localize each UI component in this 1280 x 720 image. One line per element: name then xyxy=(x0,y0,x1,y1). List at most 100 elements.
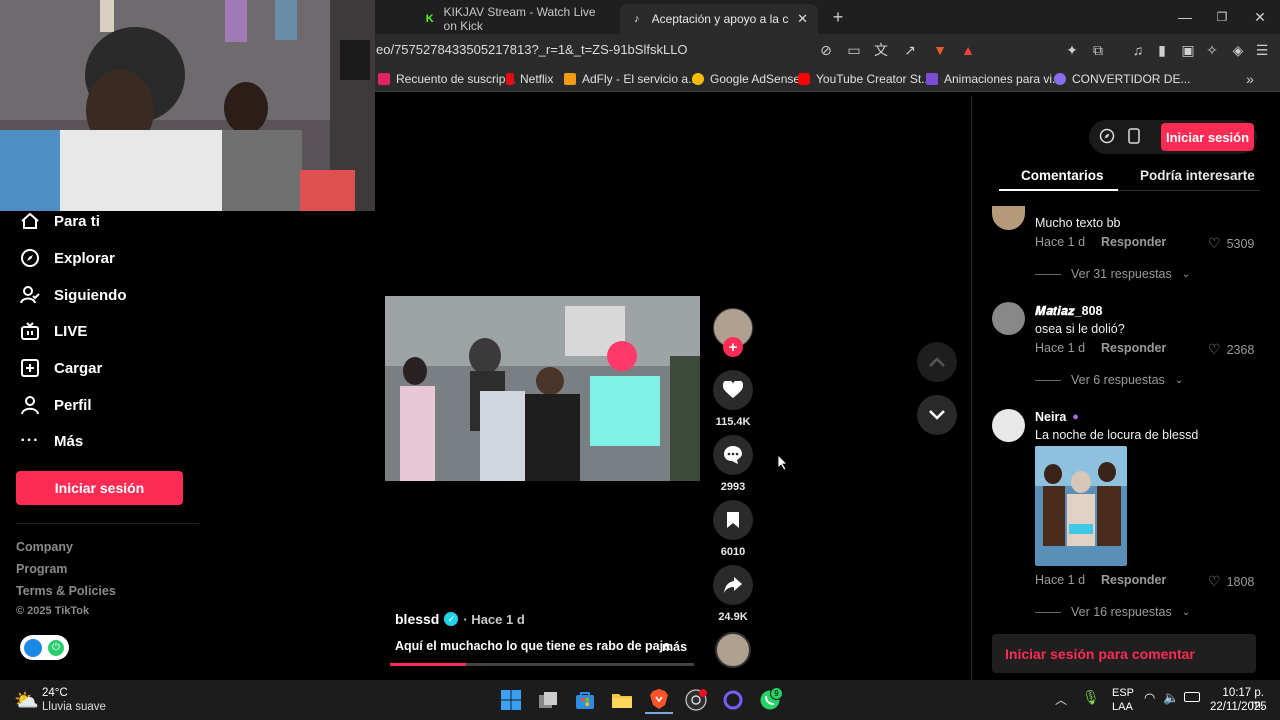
store-icon[interactable] xyxy=(571,686,599,714)
share-arrow-icon[interactable] xyxy=(713,565,753,605)
bookmark-2[interactable]: Netflix xyxy=(506,70,553,88)
close-window-icon[interactable]: ✕ xyxy=(1250,7,1270,27)
start-icon[interactable] xyxy=(497,686,525,714)
reply-button[interactable]: Responder xyxy=(1101,341,1166,355)
mic-icon[interactable]: 🎙 xyxy=(1082,689,1100,706)
minimize-icon[interactable]: — xyxy=(1175,7,1195,27)
comments-panel xyxy=(971,96,1280,680)
progress-track[interactable] xyxy=(390,663,694,666)
like-action[interactable]: 115.4K xyxy=(712,370,754,428)
tab-kick[interactable]: K KIKJAV Stream - Watch Live on Kick xyxy=(414,4,614,34)
tab-tiktok[interactable]: ♪ Aceptación y apoyo a la comunidad ✕ xyxy=(620,4,818,34)
cast-icon[interactable]: ▭ xyxy=(844,40,864,60)
bookmark-7[interactable]: CONVERTIDOR DE... xyxy=(1054,70,1190,88)
view-replies-button[interactable]: Ver 16 respuestas ⌄ xyxy=(1035,605,1190,619)
rewards-icon[interactable]: ▲ xyxy=(958,40,978,60)
heart-icon[interactable] xyxy=(713,370,753,410)
language-code[interactable]: ESP xyxy=(1112,687,1134,699)
weather-desc[interactable]: Lluvia suave xyxy=(42,701,106,713)
comment-like[interactable]: ♡ 1808 xyxy=(1208,573,1254,590)
screenshot-icon[interactable]: ⧉ xyxy=(1088,40,1108,60)
bookmark-5[interactable]: YouTube Creator St... xyxy=(798,70,931,88)
comment-action[interactable]: 2993 xyxy=(712,435,754,493)
close-tab-icon[interactable]: ✕ xyxy=(797,11,808,27)
footer-terms[interactable]: Terms & Policies xyxy=(16,584,116,598)
translate-icon[interactable]: 文 xyxy=(871,40,891,60)
menu-icon[interactable]: ☰ xyxy=(1252,40,1272,60)
author-name[interactable]: blessd xyxy=(395,611,439,627)
reply-button[interactable]: Responder xyxy=(1101,235,1166,249)
nav-explore[interactable]: Explorar xyxy=(20,243,115,273)
bookmark-1[interactable]: Recuento de suscrip... xyxy=(378,70,515,88)
comment-username[interactable]: 𝑴𝒂𝒕𝒊𝒂𝒛_808 xyxy=(1035,304,1102,319)
tab-suggestions[interactable]: Podría interesarte xyxy=(1140,168,1255,183)
task-view-icon[interactable] xyxy=(534,686,562,714)
compass-small-icon[interactable] xyxy=(1097,126,1117,146)
file-explorer-icon[interactable] xyxy=(608,686,636,714)
login-to-comment-button[interactable]: Iniciar sesión para comentar xyxy=(992,634,1256,673)
tab-comments[interactable]: Comentarios xyxy=(1021,168,1104,183)
next-video-button[interactable] xyxy=(917,395,957,435)
nav-live[interactable]: LIVE xyxy=(20,316,87,346)
like-count: 2368 xyxy=(1226,342,1255,357)
bookmark-icon[interactable] xyxy=(713,500,753,540)
sound-avatar[interactable] xyxy=(712,632,754,668)
volume-icon[interactable]: 🔈 xyxy=(1163,690,1179,706)
login-button-top[interactable]: Iniciar sesión xyxy=(1161,123,1254,151)
nav-upload[interactable]: Cargar xyxy=(20,353,102,383)
weather-temp[interactable]: 24°C xyxy=(42,687,68,699)
save-action[interactable]: 6010 xyxy=(712,500,754,558)
comment-like[interactable]: ♡ 5309 xyxy=(1208,235,1254,252)
view-replies-button[interactable]: Ver 31 respuestas ⌄ xyxy=(1035,267,1190,281)
nav-for-you[interactable]: Para ti xyxy=(20,206,100,236)
weather-icon[interactable]: ⛅ xyxy=(14,688,39,713)
creator-avatar-action[interactable]: + xyxy=(712,308,754,357)
restore-icon[interactable]: ❐ xyxy=(1212,7,1232,27)
nav-more[interactable]: ··· Más xyxy=(20,426,84,456)
bookmark-4[interactable]: Google AdSense xyxy=(692,70,800,88)
battery-icon[interactable] xyxy=(1184,692,1200,702)
music-icon[interactable]: ♫ xyxy=(1128,40,1148,60)
footer-program[interactable]: Program xyxy=(16,562,67,576)
sidebar-icon[interactable]: ▮ xyxy=(1152,40,1172,60)
layout-code[interactable]: LAA xyxy=(1112,701,1133,713)
footer-company[interactable]: Company xyxy=(16,540,73,554)
home-icon xyxy=(20,211,40,231)
tray-chevron-icon[interactable]: ︿ xyxy=(1055,691,1067,708)
new-tab-icon[interactable]: + xyxy=(828,7,848,27)
share-icon[interactable]: ↗ xyxy=(900,40,920,60)
obs-icon[interactable] xyxy=(682,686,710,714)
login-button[interactable]: Iniciar sesión xyxy=(16,471,183,505)
app-toggle[interactable]: ⏻ xyxy=(20,635,69,660)
more-bookmarks-icon[interactable]: » xyxy=(1240,69,1260,89)
extensions-icon[interactable]: ✦ xyxy=(1062,40,1082,60)
brave-browser-icon[interactable] xyxy=(645,686,673,714)
bookmark-3[interactable]: AdFly - El servicio a... xyxy=(564,70,698,88)
leo-icon[interactable]: ✧ xyxy=(1202,40,1222,60)
no-track-icon[interactable]: ⊘ xyxy=(816,40,836,60)
reply-button[interactable]: Responder xyxy=(1101,573,1166,587)
cortana-icon[interactable] xyxy=(719,686,747,714)
brave-shield-icon[interactable]: ▼ xyxy=(930,40,950,60)
avatar[interactable] xyxy=(992,302,1025,335)
more-caption-button[interactable]: más xyxy=(662,640,687,654)
nav-profile[interactable]: Perfil xyxy=(20,390,92,420)
prev-video-button[interactable] xyxy=(917,342,957,382)
clock-date[interactable]: 22/11/2025 xyxy=(1210,701,1267,713)
vpn-icon[interactable]: ◈ xyxy=(1228,40,1248,60)
wifi-icon[interactable]: ◠ xyxy=(1144,690,1155,706)
comment-like[interactable]: ♡ 2368 xyxy=(1208,341,1254,358)
share-action[interactable]: 24.9K xyxy=(712,565,754,623)
comment-icon[interactable] xyxy=(713,435,753,475)
phone-icon[interactable] xyxy=(1124,126,1144,146)
comment-image[interactable] xyxy=(1035,446,1127,566)
video-player[interactable] xyxy=(385,296,700,481)
nav-following[interactable]: Siguiendo xyxy=(20,280,127,310)
comment-username[interactable]: Neira xyxy=(1035,410,1066,424)
wallet-icon[interactable]: ▣ xyxy=(1178,40,1198,60)
follow-plus-icon[interactable]: + xyxy=(723,337,743,357)
url-field[interactable]: eo/7575278433505217813?_r=1&_t=ZS-91bSlf… xyxy=(376,42,688,57)
view-replies-button[interactable]: Ver 6 respuestas ⌄ xyxy=(1035,373,1183,387)
avatar[interactable] xyxy=(992,409,1025,442)
bookmark-6[interactable]: Animaciones para vi... xyxy=(926,70,1062,88)
